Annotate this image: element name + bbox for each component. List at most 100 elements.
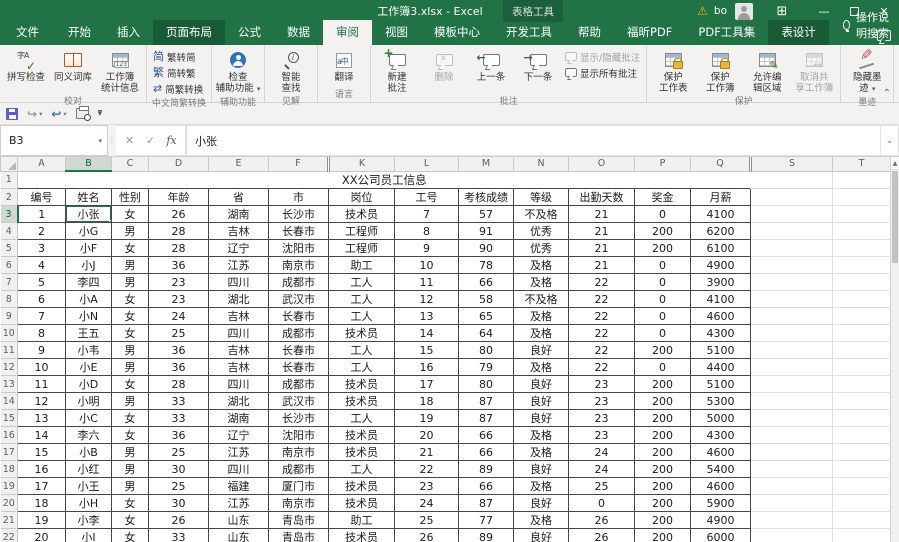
cell[interactable]: 200	[635, 393, 691, 410]
cell[interactable]	[833, 376, 891, 393]
ribbon-display-options-icon[interactable]: ⊞	[767, 0, 797, 22]
scrollbar-thumb[interactable]	[892, 171, 898, 263]
cell[interactable]: 25	[149, 478, 209, 495]
column-header-M[interactable]: M	[459, 157, 514, 171]
cell[interactable]: 及格	[514, 512, 569, 529]
cell[interactable]: 8	[395, 223, 459, 240]
cell[interactable]: 28	[149, 223, 209, 240]
tab-page-layout[interactable]: 页面布局	[153, 20, 225, 45]
cell[interactable]: 200	[635, 529, 691, 542]
collapse-ribbon-icon[interactable]: ⌃	[883, 88, 891, 99]
cell[interactable]: 78	[459, 257, 514, 274]
cell[interactable]	[833, 410, 891, 427]
cell[interactable]: 优秀	[514, 223, 569, 240]
cell[interactable]: 技术员	[329, 529, 395, 542]
cell[interactable]: 13	[395, 308, 459, 325]
cell[interactable]: 13	[18, 410, 66, 427]
ribbon-button-workbook-stats[interactable]: 工作簿统计信息	[97, 47, 143, 94]
row-header-14[interactable]: 14	[1, 393, 18, 410]
cell[interactable]: 3900	[691, 274, 751, 291]
ribbon-button-check-accessibility[interactable]: 检查辅助功能 ▾	[215, 47, 261, 95]
cell[interactable]: 工人	[329, 291, 395, 308]
cell[interactable]: 助工	[329, 257, 395, 274]
formula-input[interactable]: 小张	[186, 125, 881, 156]
cell[interactable]: 19	[18, 512, 66, 529]
cell[interactable]: 长春市	[269, 342, 329, 359]
cell[interactable]: 15	[18, 444, 66, 461]
cell[interactable]: 80	[459, 342, 514, 359]
cell[interactable]: 4	[18, 257, 66, 274]
cancel-entry-icon[interactable]: ✕	[120, 134, 139, 147]
cell[interactable]: 女	[112, 240, 149, 257]
cell[interactable]: 4300	[691, 325, 751, 342]
cell[interactable]	[751, 359, 833, 376]
cell[interactable]: 90	[459, 240, 514, 257]
cell[interactable]: 小I	[66, 529, 112, 542]
print-preview-button[interactable]	[76, 108, 89, 119]
column-header-D[interactable]: D	[149, 157, 209, 171]
cell[interactable]: 4300	[691, 427, 751, 444]
cell[interactable]: 22	[569, 308, 635, 325]
cell[interactable]: 64	[459, 325, 514, 342]
cell[interactable]: 工人	[329, 410, 395, 427]
cell[interactable]: 小C	[66, 410, 112, 427]
cell[interactable]: 80	[459, 376, 514, 393]
cell[interactable]: 工程师	[329, 223, 395, 240]
cell[interactable]: 12	[18, 393, 66, 410]
ribbon-button-next-comment[interactable]: 下一条	[515, 47, 561, 94]
cell[interactable]: 66	[459, 274, 514, 291]
tab-review[interactable]: 审阅	[323, 20, 372, 45]
cell[interactable]: 小明	[66, 393, 112, 410]
cell[interactable]: 200	[635, 427, 691, 444]
minimize-button[interactable]: —	[809, 0, 839, 22]
cell[interactable]: 女	[112, 291, 149, 308]
cell[interactable]: 小李	[66, 512, 112, 529]
save-button[interactable]	[6, 108, 18, 120]
cell[interactable]: 不及格	[514, 291, 569, 308]
column-header-S[interactable]: S	[751, 157, 833, 171]
cell[interactable]: 4600	[691, 444, 751, 461]
tab-dev-tools[interactable]: 开发工具	[493, 20, 565, 45]
cell[interactable]: 36	[149, 342, 209, 359]
column-header-N[interactable]: N	[514, 157, 569, 171]
cell[interactable]	[751, 325, 833, 342]
cell[interactable]: 66	[459, 444, 514, 461]
cell[interactable]: 长沙市	[269, 410, 329, 427]
cell[interactable]: 5400	[691, 461, 751, 478]
cell[interactable]: 0	[635, 257, 691, 274]
cell[interactable]: 9	[18, 342, 66, 359]
column-header-C[interactable]: C	[112, 157, 149, 171]
row-header-1[interactable]: 1	[1, 171, 18, 189]
cell[interactable]: 18	[18, 495, 66, 512]
cell[interactable]: 14	[18, 427, 66, 444]
cell[interactable]: 0	[635, 325, 691, 342]
cell[interactable]: 长春市	[269, 359, 329, 376]
cell[interactable]: 4600	[691, 308, 751, 325]
cell[interactable]: 成都市	[269, 274, 329, 291]
cell[interactable]: 工人	[329, 359, 395, 376]
column-header-B[interactable]: B	[66, 157, 112, 171]
cell[interactable]: 良好	[514, 461, 569, 478]
cell[interactable]: 2	[18, 223, 66, 240]
cell[interactable]: 小D	[66, 376, 112, 393]
cell[interactable]: 10	[18, 359, 66, 376]
cell[interactable]: 吉林	[209, 342, 269, 359]
header-cell[interactable]: 岗位	[329, 189, 395, 206]
cell[interactable]: 25	[569, 478, 635, 495]
cell[interactable]: 16	[18, 461, 66, 478]
cell[interactable]	[833, 512, 891, 529]
cell[interactable]: 男	[112, 342, 149, 359]
cell[interactable]: 22	[569, 359, 635, 376]
fill-handle[interactable]	[109, 220, 112, 223]
cell[interactable]: 4900	[691, 257, 751, 274]
cell[interactable]	[833, 461, 891, 478]
ribbon-button-smart-lookup[interactable]: 智能查找	[268, 47, 314, 94]
cell[interactable]: 200	[635, 223, 691, 240]
cell[interactable]: 91	[459, 223, 514, 240]
column-header-O[interactable]: O	[569, 157, 635, 171]
cell[interactable]: 湖南	[209, 206, 269, 223]
cell[interactable]: 厦门市	[269, 478, 329, 495]
row-header-20[interactable]: 20	[1, 495, 18, 512]
row-header-3[interactable]: 3	[1, 206, 18, 223]
row-header-12[interactable]: 12	[1, 359, 18, 376]
